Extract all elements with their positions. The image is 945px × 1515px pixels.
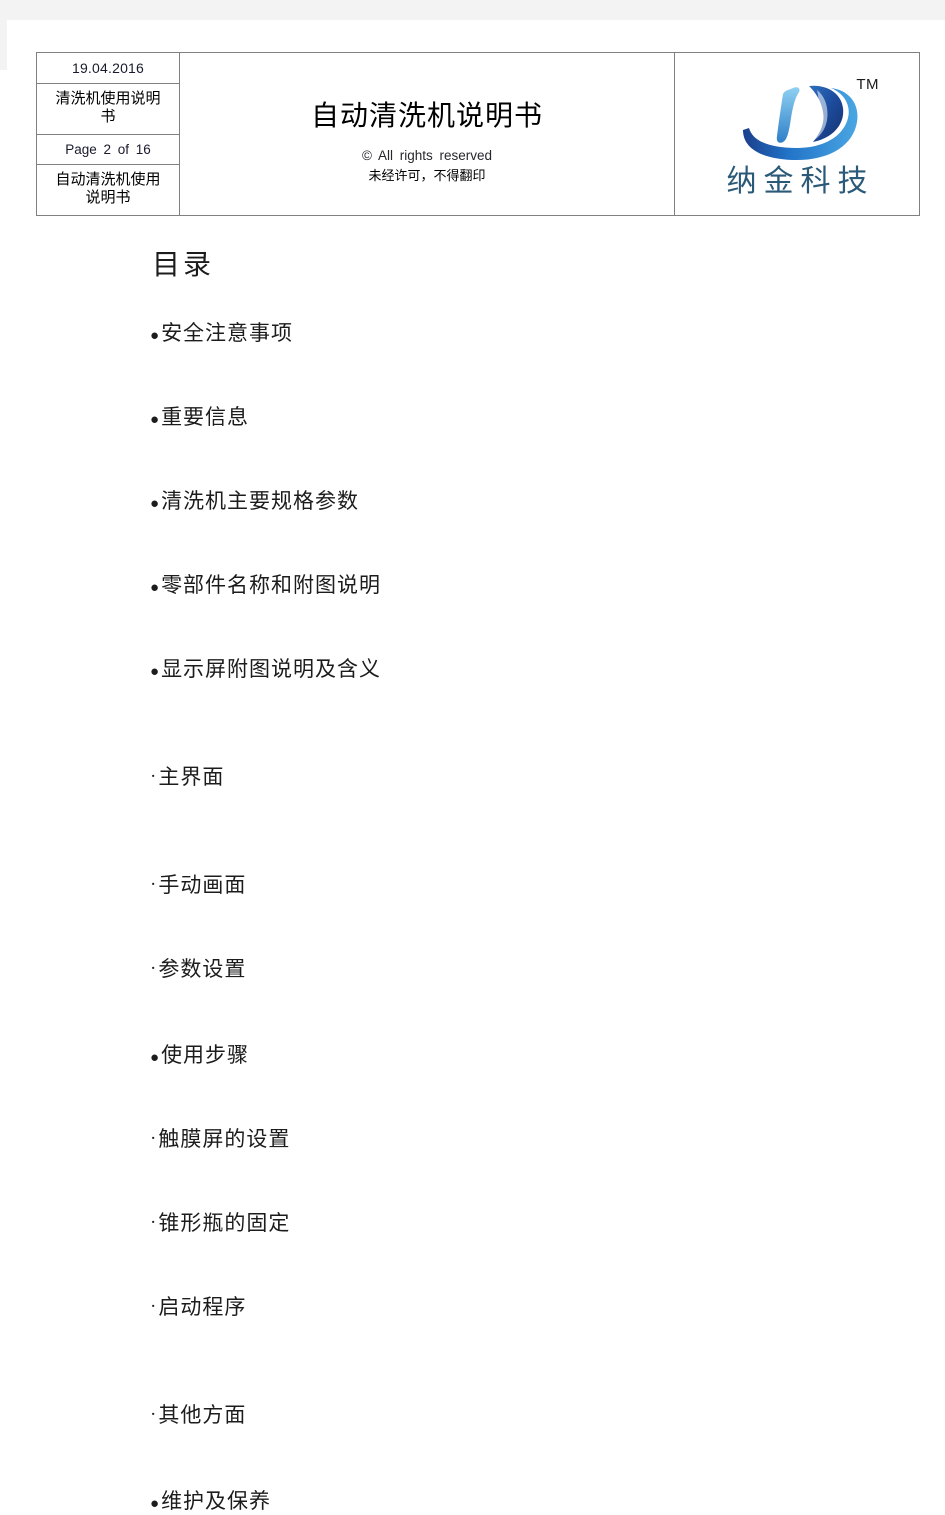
toc-dot-icon: · xyxy=(150,766,158,787)
toc-item[interactable]: · 其他方面 xyxy=(150,1399,850,1429)
toc-item-label: 零部件名称和附图说明 xyxy=(161,573,382,597)
toc-bullet-icon: ● xyxy=(150,664,161,680)
header-manual-label-cell: 自动清洗机使用说明书 xyxy=(36,163,180,217)
toc-spacer xyxy=(150,431,850,485)
toc-item[interactable]: · 启动程序 xyxy=(150,1291,850,1321)
company-logo: TM 纳金科技 xyxy=(675,54,919,214)
toc-item[interactable]: · 手动画面 xyxy=(150,869,850,899)
toc-dot-icon: · xyxy=(150,1404,158,1425)
toc-item-label: 其他方面 xyxy=(158,1403,247,1427)
company-name-text: 纳金科技 xyxy=(726,165,875,198)
toc-dot-icon: · xyxy=(150,1212,158,1233)
toc-item-label: 重要信息 xyxy=(161,405,250,429)
toc-spacer xyxy=(150,1069,850,1123)
toc-spacer xyxy=(150,347,850,401)
toc-item-label: 使用步骤 xyxy=(161,1043,250,1067)
toc-dot-icon: · xyxy=(150,1296,158,1317)
toc-spacer xyxy=(150,791,850,869)
toc-item[interactable]: · 主界面 xyxy=(150,761,850,791)
copyright-notice-cn: 未经许可，不得翻印 xyxy=(368,168,486,183)
toc-spacer xyxy=(150,1153,850,1207)
trademark-symbol: TM xyxy=(856,76,879,93)
toc-item-label: 启动程序 xyxy=(158,1295,247,1319)
toc-item[interactable]: ● 使用步骤 xyxy=(150,1039,850,1069)
toc-spacer xyxy=(150,983,850,1039)
toc-bullet-icon: ● xyxy=(150,412,161,428)
document-page: 19.04.2016 自动清洗机说明书 © All rights reserve… xyxy=(0,0,945,1513)
letter-n-left-stroke xyxy=(776,87,800,143)
header-title-cell: 自动清洗机说明书 © All rights reserved 未经许可，不得翻印 xyxy=(179,52,675,216)
toc-item[interactable]: ● 显示屏附图说明及含义 xyxy=(150,653,850,683)
header-row-date: 19.04.2016 自动清洗机说明书 © All rights reserve… xyxy=(36,52,920,216)
toc-item[interactable]: ● 重要信息 xyxy=(150,401,850,431)
toc-spacer xyxy=(150,899,850,953)
header-logo-cell: TM 纳金科技 xyxy=(674,52,920,216)
toc-item-label: 安全注意事项 xyxy=(161,321,294,345)
toc-spacer xyxy=(150,599,850,653)
toc-bullet-icon: ● xyxy=(150,328,161,344)
document-title: 自动清洗机说明书 xyxy=(310,101,543,132)
table-of-contents: 目录 ● 安全注意事项 ● 重要信息 ● 清洗机主要规格参数 ● 零部件名称和附图说明 ● 显示屏… xyxy=(150,243,850,1515)
toc-bullet-icon: ● xyxy=(150,580,161,596)
toc-item-label: 参数设置 xyxy=(158,957,247,981)
toc-item[interactable]: ● 零部件名称和附图说明 xyxy=(150,569,850,599)
toc-spacer xyxy=(150,1237,850,1291)
toc-item[interactable]: · 参数设置 xyxy=(150,953,850,983)
toc-list: ● 安全注意事项 ● 重要信息 ● 清洗机主要规格参数 ● 零部件名称和附图说明 ● 显示屏附图说… xyxy=(150,317,850,1515)
toc-item[interactable]: · 触膜屏的设置 xyxy=(150,1123,850,1153)
toc-spacer xyxy=(150,515,850,569)
toc-item[interactable]: ● 清洗机主要规格参数 xyxy=(150,485,850,515)
letter-n-highlight xyxy=(801,96,811,142)
toc-bullet-icon: ● xyxy=(150,1496,161,1512)
toc-item[interactable]: · 锥形瓶的固定 xyxy=(150,1207,850,1237)
toc-bullet-icon: ● xyxy=(150,1050,161,1066)
toc-item-label: 维护及保养 xyxy=(161,1489,272,1513)
swoosh-outer xyxy=(743,88,858,160)
toc-spacer xyxy=(150,683,850,761)
toc-item[interactable]: ● 安全注意事项 xyxy=(150,317,850,347)
toc-item-label: 触膜屏的设置 xyxy=(158,1127,291,1151)
logo-mark-holder: TM xyxy=(713,74,881,160)
toc-item-label: 主界面 xyxy=(158,765,225,789)
toc-item-label: 显示屏附图说明及含义 xyxy=(161,657,382,681)
toc-item[interactable]: ● 维护及保养 xyxy=(150,1485,850,1515)
header-doc-label-cell: 清洗机使用说明书 xyxy=(36,82,180,136)
toc-dot-icon: · xyxy=(150,874,158,895)
header-date-cell: 19.04.2016 xyxy=(36,52,180,84)
toc-bullet-icon: ● xyxy=(150,496,161,512)
toc-heading: 目录 xyxy=(152,250,215,281)
copyright-notice-en: © All rights reserved xyxy=(362,148,492,163)
toc-item-label: 清洗机主要规格参数 xyxy=(161,489,360,513)
toc-spacer xyxy=(150,1321,850,1399)
toc-item-label: 手动画面 xyxy=(158,873,247,897)
toc-spacer xyxy=(150,1429,850,1485)
toc-item-label: 锥形瓶的固定 xyxy=(158,1211,291,1235)
header-page-indicator: Page 2 of 16 xyxy=(36,134,180,165)
document-header-table: 19.04.2016 自动清洗机说明书 © All rights reserve… xyxy=(36,52,920,217)
toc-dot-icon: · xyxy=(150,1128,158,1149)
toc-dot-icon: · xyxy=(150,958,158,979)
